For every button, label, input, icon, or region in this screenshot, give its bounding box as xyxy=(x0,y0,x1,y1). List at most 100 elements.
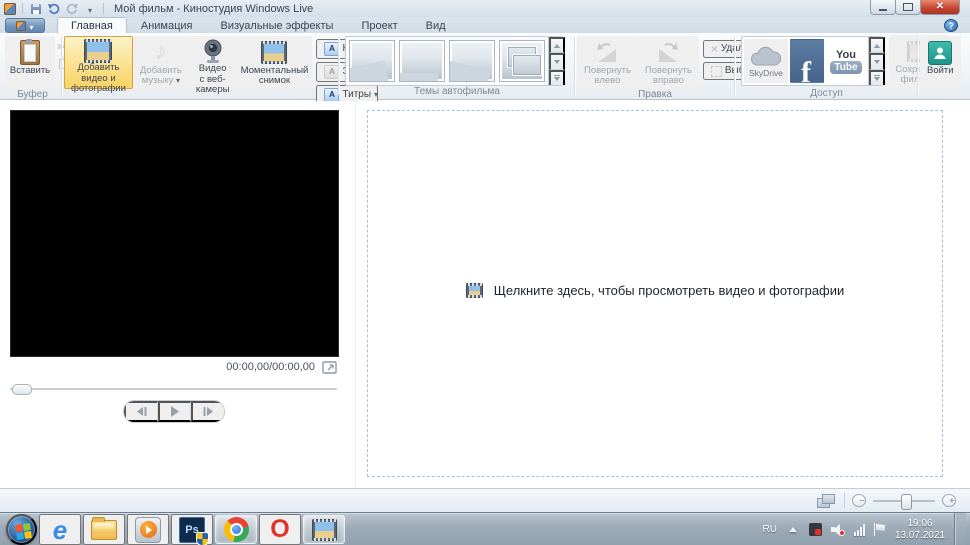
seek-bar[interactable] xyxy=(10,384,337,395)
theme-thumbnail-4[interactable] xyxy=(499,40,545,82)
rotate-left-button[interactable]: Повернуть влево xyxy=(577,36,638,89)
clock-date: 13.07.2021 xyxy=(894,529,945,541)
file-menu-button[interactable] xyxy=(5,18,45,33)
redo-button[interactable] xyxy=(65,2,79,15)
empty-message-text: Щелкните здесь, чтобы просмотреть видео … xyxy=(493,283,845,298)
preview-monitor[interactable] xyxy=(10,110,339,357)
previous-frame-button[interactable] xyxy=(124,401,158,422)
play-button[interactable] xyxy=(157,401,192,422)
taskbar: e Ps O RU 19:06 13.07.2021 xyxy=(0,512,970,545)
snapshot-label: Моментальный снимок xyxy=(240,64,309,87)
zoom-slider[interactable] xyxy=(873,493,935,510)
skydrive-button[interactable]: SkyDrive xyxy=(744,39,788,83)
group-edit: Повернуть влево Повернуть вправо × Удали… xyxy=(575,33,792,100)
zoom-out-button[interactable]: − xyxy=(852,494,866,507)
tab-home[interactable]: Главная xyxy=(57,17,127,33)
tab-project[interactable]: Проект xyxy=(347,17,411,33)
taskbar-opera[interactable]: O xyxy=(259,514,301,545)
volume-muted-icon[interactable] xyxy=(830,523,845,536)
save-icon xyxy=(31,3,41,14)
timecode: 00:00,00/00:00,00 xyxy=(226,361,315,373)
sign-in-button[interactable]: Войти xyxy=(920,36,961,89)
uac-shield-icon xyxy=(197,532,208,545)
zoom-slider-thumb[interactable] xyxy=(901,493,912,510)
next-frame-button[interactable] xyxy=(191,401,224,422)
zoom-in-button[interactable]: + xyxy=(942,494,956,507)
maximize-icon xyxy=(903,3,913,11)
triangle-down-icon xyxy=(554,59,560,64)
fullscreen-button[interactable] xyxy=(322,360,337,374)
theme-thumbnail-1[interactable] xyxy=(349,40,395,82)
internet-explorer-icon: e xyxy=(52,514,68,545)
webcam-video-button[interactable]: Видео с веб-камеры xyxy=(188,36,237,95)
chevron-down-icon xyxy=(88,1,92,16)
taskbar-explorer[interactable] xyxy=(83,514,125,545)
gallery-scroll-up-button[interactable] xyxy=(549,37,565,54)
action-center-flag-icon[interactable] xyxy=(873,523,886,536)
youtube-button[interactable]: You Tube xyxy=(826,39,866,83)
taskbar-clock[interactable]: 19:06 13.07.2021 xyxy=(895,518,945,542)
rotate-right-button[interactable]: Повернуть вправо xyxy=(637,36,699,89)
empty-storyboard-message[interactable]: Щелкните здесь, чтобы просмотреть видео … xyxy=(368,283,942,298)
separator xyxy=(844,493,845,508)
tab-animation[interactable]: Анимация xyxy=(127,17,207,33)
play-icon xyxy=(171,406,179,417)
paste-label: Вставить xyxy=(9,65,51,76)
undo-button[interactable] xyxy=(47,2,61,15)
movie-maker-icon xyxy=(311,518,337,541)
chrome-icon xyxy=(223,517,249,542)
save-button[interactable] xyxy=(29,2,43,15)
group-share: SkyDrive f You Tube Сохранить фильм ▾ До… xyxy=(735,33,949,99)
close-button[interactable]: ✕ xyxy=(920,0,960,15)
webcam-label: Видео с веб-камеры xyxy=(195,63,230,96)
quick-access-toolbar xyxy=(0,2,106,15)
gallery-more-button[interactable] xyxy=(549,69,565,85)
seek-track xyxy=(10,388,337,390)
playback-controls xyxy=(123,400,225,423)
start-button[interactable] xyxy=(6,514,37,545)
gallery-more-icon xyxy=(554,75,560,82)
gallery-scroll-down-button[interactable] xyxy=(869,53,885,70)
ribbon-tab-row: Главная Анимация Визуальные эффекты Прое… xyxy=(0,17,970,33)
seek-thumb[interactable] xyxy=(12,384,32,395)
previous-frame-icon xyxy=(136,407,147,416)
show-hidden-icons-button[interactable] xyxy=(786,523,800,536)
gallery-more-button[interactable] xyxy=(869,69,885,85)
taskbar-internet-explorer[interactable]: e xyxy=(39,514,81,545)
taskbar-chrome[interactable] xyxy=(215,515,257,544)
gallery-scroll-up-button[interactable] xyxy=(869,37,885,54)
facebook-button[interactable]: f xyxy=(790,39,824,83)
paste-button[interactable]: Вставить xyxy=(5,36,55,89)
add-video-photos-button[interactable]: Добавить видео и фотографии xyxy=(64,36,133,94)
time-row: 00:00,00/00:00,00 xyxy=(10,359,337,375)
taskbar-media-player[interactable] xyxy=(127,514,169,545)
language-indicator[interactable]: RU xyxy=(762,524,776,535)
network-signal-icon[interactable] xyxy=(853,523,865,536)
theme-thumbnail-2[interactable] xyxy=(399,40,445,82)
minimize-button[interactable] xyxy=(870,0,896,15)
tab-view[interactable]: Вид xyxy=(412,17,460,33)
share-gallery: SkyDrive f You Tube xyxy=(741,36,885,86)
chevron-up-icon xyxy=(788,527,797,532)
snapshot-button[interactable]: Моментальный снимок xyxy=(236,36,313,89)
tab-visual-effects[interactable]: Визуальные эффекты xyxy=(207,17,348,33)
add-music-button[interactable]: ♪ Добавить музыку xyxy=(132,36,189,89)
thumbnail-size-button[interactable] xyxy=(815,493,837,508)
taskbar-photoshop[interactable]: Ps xyxy=(171,514,213,545)
taskbar-movie-maker[interactable] xyxy=(303,515,345,544)
gallery-scroll-down-button[interactable] xyxy=(549,53,565,70)
show-desktop-button[interactable] xyxy=(954,513,966,545)
tray-app-icon[interactable] xyxy=(808,523,822,536)
app-icon[interactable] xyxy=(4,2,16,15)
maximize-button[interactable] xyxy=(895,0,921,15)
theme-thumbnail-3[interactable] xyxy=(449,40,495,82)
group-label-themes: Темы автофильма xyxy=(414,86,500,97)
qat-customize-button[interactable] xyxy=(83,2,97,15)
snapshot-icon xyxy=(261,40,288,64)
windows-logo-icon xyxy=(15,523,32,540)
storyboard-drop-area[interactable]: Щелкните здесь, чтобы просмотреть видео … xyxy=(367,110,943,477)
triangle-up-icon xyxy=(554,43,560,48)
close-icon: ✕ xyxy=(935,1,945,12)
window-title: Мой фильм - Киностудия Windows Live xyxy=(114,2,314,15)
help-button[interactable]: ? xyxy=(944,19,958,32)
